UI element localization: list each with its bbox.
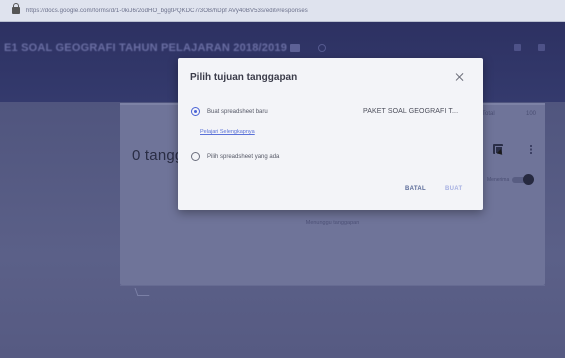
- create-button[interactable]: BUAT: [445, 186, 462, 192]
- radio-new-spreadsheet[interactable]: [191, 107, 200, 116]
- radio-existing-spreadsheet[interactable]: [191, 152, 200, 161]
- preview-icon[interactable]: [538, 44, 545, 51]
- total-label: Total: [482, 111, 495, 117]
- screen-reflection: [134, 288, 150, 296]
- more-vert-icon[interactable]: [530, 145, 532, 154]
- palette-icon[interactable]: [514, 44, 521, 51]
- learn-more-link[interactable]: Pelajari Selengkapnya: [200, 129, 255, 135]
- option-new-spreadsheet-label[interactable]: Buat spreadsheet baru: [207, 109, 268, 115]
- total-value: 100: [526, 111, 537, 117]
- accepting-toggle-knob[interactable]: [523, 174, 534, 185]
- select-destination-dialog: Pilih tujuan tanggapan Buat spreadsheet …: [178, 58, 483, 210]
- card-divider: [120, 285, 545, 286]
- star-icon[interactable]: [318, 44, 326, 52]
- dialog-title: Pilih tujuan tanggapan: [190, 72, 298, 83]
- waiting-responses-text: Menunggu tanggapan: [305, 220, 360, 226]
- option-existing-spreadsheet-label[interactable]: Pilih spreadsheet yang ada: [207, 154, 279, 160]
- browser-address-bar[interactable]: https://docs.google.com/forms/d/1-0kiJ6/…: [0, 0, 565, 22]
- lock-icon: [12, 3, 20, 14]
- folder-icon[interactable]: [290, 44, 300, 52]
- url-text[interactable]: https://docs.google.com/forms/d/1-0kiJ6/…: [26, 8, 308, 14]
- mouse-cursor-icon: [496, 149, 505, 157]
- close-icon[interactable]: [455, 72, 465, 82]
- cancel-button[interactable]: BATAL: [405, 186, 426, 192]
- form-title[interactable]: E1 SOAL GEOGRAFI TAHUN PELAJARAN 2018/20…: [4, 42, 287, 54]
- accepting-responses-label: Menerima: [487, 177, 510, 183]
- spreadsheet-name-field[interactable]: PAKET SOAL GEOGRAFI T...: [363, 108, 458, 115]
